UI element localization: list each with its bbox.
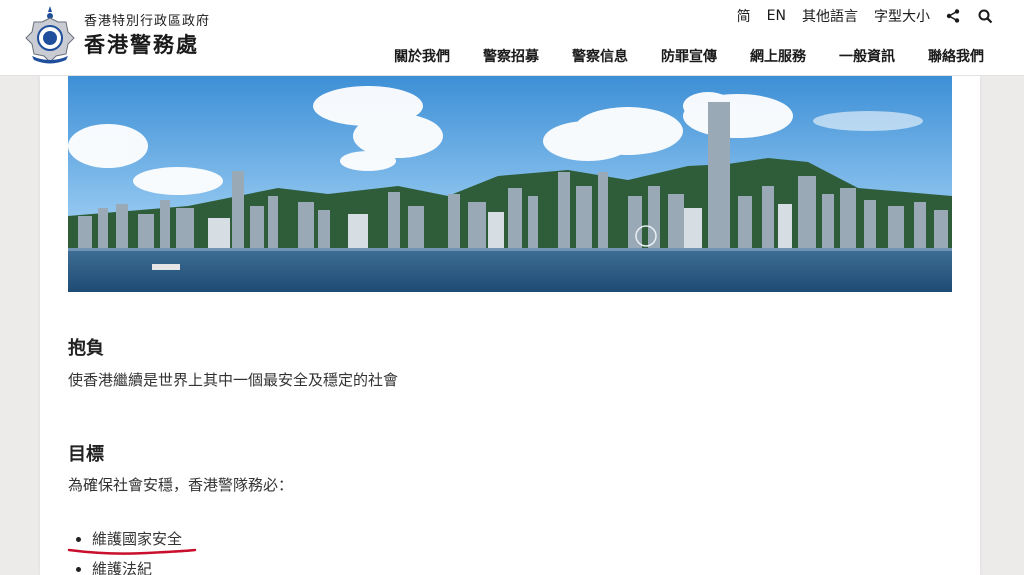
org-subtitle: 香港特別行政區政府	[84, 14, 211, 29]
goals-intro: 為確保社會安穩，香港警隊務必：	[68, 476, 294, 494]
content-card: 抱負 使香港繼續是世界上其中一個最安全及穩定的社會 目標 為確保社會安穩，香港警…	[40, 76, 980, 575]
hong-kong-skyline-banner	[68, 76, 952, 292]
goals-heading: 目標	[68, 444, 104, 465]
share-icon[interactable]	[944, 7, 962, 25]
main-navigation: 關於我們 警察招募 警察信息 防罪宣傳 網上服務 一般資訊 聯絡我們	[361, 46, 984, 66]
utility-bar: 简 EN 其他語言 字型大小	[721, 6, 994, 26]
nav-recruitment[interactable]: 警察招募	[483, 46, 539, 66]
police-emblem-logo[interactable]	[22, 4, 78, 66]
nav-online-services[interactable]: 網上服務	[750, 46, 806, 66]
org-title[interactable]: 香港警務處	[84, 29, 199, 59]
english-link[interactable]: EN	[767, 8, 786, 24]
font-size-link[interactable]: 字型大小	[874, 6, 930, 26]
nav-general-info[interactable]: 一般資訊	[839, 46, 895, 66]
simplified-chinese-link[interactable]: 简	[737, 6, 751, 26]
other-languages-link[interactable]: 其他語言	[802, 6, 858, 26]
nav-contact-us[interactable]: 聯絡我們	[928, 46, 984, 66]
nav-crime-prevention[interactable]: 防罪宣傳	[661, 46, 717, 66]
nav-police-info[interactable]: 警察信息	[572, 46, 628, 66]
mission-text: 使香港繼續是世界上其中一個最安全及穩定的社會	[68, 371, 399, 389]
nav-about-us[interactable]: 關於我們	[394, 46, 450, 66]
search-icon[interactable]	[976, 7, 994, 25]
site-header: 香港特別行政區政府 香港警務處 简 EN 其他語言 字型大小 關於我們 警察招募…	[0, 0, 1024, 76]
red-underline-annotation	[67, 548, 197, 555]
mission-heading: 抱負	[68, 338, 104, 359]
list-item: 維護法紀	[76, 556, 182, 575]
